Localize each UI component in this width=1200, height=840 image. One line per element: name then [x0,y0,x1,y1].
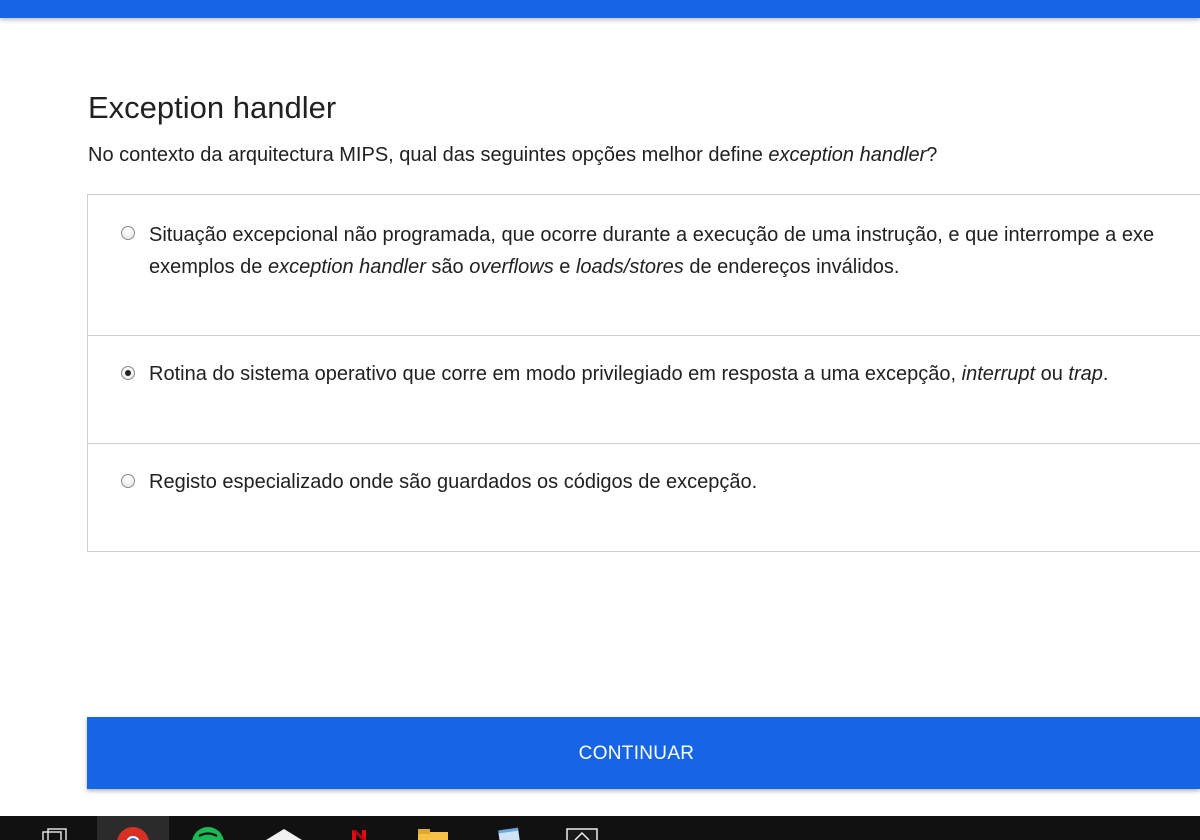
netflix-icon[interactable] [349,826,369,840]
text-segment: exemplos de [149,256,268,278]
italic-term: loads/stores [575,256,684,278]
italic-term: overflows [469,256,554,278]
text-segment: . [1102,363,1109,385]
page-title: Exception handler [88,90,337,125]
radio-button-2[interactable] [121,366,135,380]
chrome-icon[interactable] [116,826,150,840]
answer-option-1-line-1: Situação excepcional não programada, que… [149,224,1155,246]
text-segment: de endereços inválidos. [683,256,900,278]
question-text: No contexto da arquitectura MIPS, qual d… [88,144,937,167]
answer-option-3[interactable]: Registo especializado onde são guardados… [88,444,1200,552]
answer-option-2-text: Rotina do sistema operativo que corre em… [149,358,1108,390]
continue-button-label: CONTINUAR [578,743,695,764]
spotify-icon[interactable] [191,826,225,840]
text-segment: ou [1035,363,1069,385]
radio-button-3[interactable] [121,474,135,488]
radio-button-1[interactable] [121,226,135,240]
continue-button[interactable]: CONTINUAR [87,717,1200,789]
question-suffix: ? [926,144,938,166]
file-explorer-icon[interactable] [415,826,451,840]
answer-option-1[interactable]: Situação excepcional não programada, que… [88,195,1200,336]
top-app-bar [0,0,1200,18]
answer-option-2[interactable]: Rotina do sistema operativo que corre em… [88,336,1200,444]
text-segment: e [553,256,576,278]
notepad-icon[interactable] [494,826,524,840]
answer-option-1-line-2: exemplos de exception handler são overfl… [149,251,1154,283]
italic-term: trap [1068,363,1103,385]
answer-option-3-text: Registo especializado onde são guardados… [149,471,758,493]
task-view-icon[interactable] [40,826,72,840]
photos-icon[interactable] [565,826,599,840]
italic-term: exception handler [267,256,426,278]
windows-taskbar [0,816,1200,840]
text-segment: Rotina do sistema operativo que corre em… [149,363,962,385]
question-prefix: No contexto da arquitectura MIPS, qual d… [88,144,769,166]
question-term: exception handler [768,144,927,166]
app-icon[interactable] [264,826,304,840]
answer-option-1-text: Situação excepcional não programada, que… [149,219,1154,283]
italic-term: interrupt [961,363,1036,385]
text-segment: são [425,256,470,278]
answer-options: Situação excepcional não programada, que… [87,194,1200,552]
